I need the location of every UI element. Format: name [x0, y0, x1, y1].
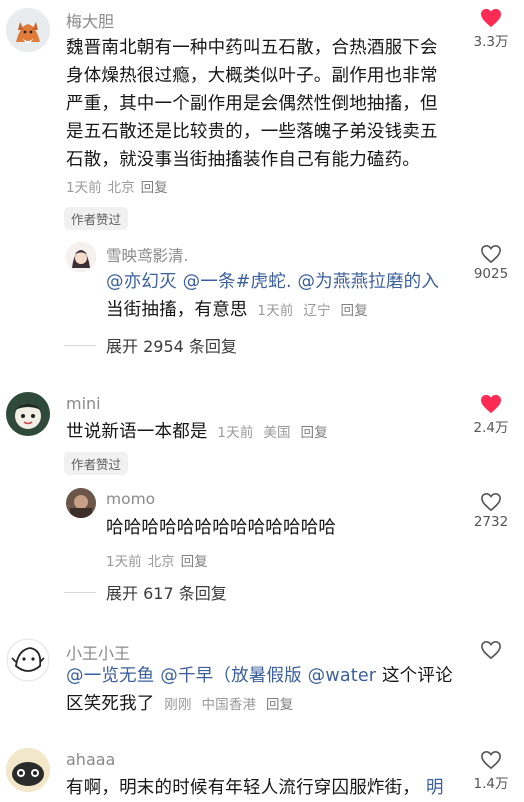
reply-username[interactable]: 雪映鸢影清.: [106, 244, 188, 266]
mention-link[interactable]: @亦幻灭: [106, 272, 177, 292]
like-count: 1.4万: [473, 776, 509, 792]
heart-filled-icon: [481, 394, 501, 414]
comment-item: 梅大胆 魏晋南北朝有一种中药叫五石散，合热酒服下会 身体燥热很过瘾，大概类似叶子…: [0, 0, 524, 380]
comment-username[interactable]: mini: [66, 394, 101, 413]
heart-outline-icon: [481, 244, 501, 264]
comment-username[interactable]: 小王小王: [66, 640, 130, 664]
comment-text-content: 世说新语一本都是: [66, 422, 208, 442]
comment-text-line: 区笑死我了 刚刚 中国香港 回复: [66, 690, 466, 719]
like-count: 9025: [473, 266, 509, 282]
reply-text-line: @亦幻灭 @一条#虎蛇. @为燕燕拉磨的入: [106, 268, 456, 296]
reply-button[interactable]: 回复: [341, 303, 368, 319]
reply-location: 辽宁: [303, 303, 331, 319]
comment-text-content: 区笑死我了: [66, 694, 155, 714]
heart-outline-icon: [481, 750, 501, 770]
comment-time: 1天前: [66, 180, 102, 196]
comment-text-line: @一览无鱼 @千早（放暑假版 @water 这个评论: [66, 662, 466, 690]
fox-avatar-icon: [6, 8, 50, 52]
mention-link[interactable]: @千早（放暑假版: [160, 666, 302, 686]
expand-replies-button[interactable]: 展开 2954 条回复: [64, 333, 237, 357]
comment-location: 北京: [107, 180, 135, 196]
mention-link[interactable]: @为燕燕拉磨的入: [297, 272, 439, 292]
expand-replies-label: 展开 617 条回复: [106, 584, 227, 603]
avatar[interactable]: [66, 242, 96, 272]
reply-time: 1天前: [257, 303, 294, 319]
reply-text: 哈哈哈哈哈哈哈哈哈哈哈哈哈: [106, 518, 337, 538]
reply-text-content: 当街抽搐，有意思: [106, 300, 248, 320]
heart-filled-icon: [481, 8, 501, 28]
divider: [64, 591, 96, 593]
like-count: 2.4万: [473, 420, 509, 436]
comment-text: 有啊，明末的时候有年轻人流行穿囚服炸街，: [66, 774, 456, 802]
like-button[interactable]: 9025: [467, 244, 515, 282]
avatar[interactable]: [6, 638, 50, 682]
reply-text-line: 当街抽搐，有意思 1天前 辽宁 回复: [106, 296, 456, 325]
reply-button[interactable]: 回复: [266, 697, 293, 713]
doodle-avatar-icon: [6, 638, 50, 682]
mention-link[interactable]: @一览无鱼: [66, 666, 155, 686]
like-button[interactable]: 2732: [467, 492, 515, 530]
comment-meta: 1天前 北京 回复: [66, 176, 174, 196]
like-button[interactable]: 2.4万: [467, 394, 515, 436]
avatar[interactable]: [6, 392, 50, 436]
comment-item: mini 世说新语一本都是 1天前 美国 回复 作者赞过 2.4万 momo 哈…: [0, 388, 524, 618]
reply-button[interactable]: 回复: [301, 425, 328, 441]
divider: [64, 344, 96, 346]
reply-username[interactable]: momo: [106, 490, 155, 508]
heart-outline-icon: [481, 640, 501, 660]
like-button[interactable]: [467, 640, 515, 660]
expand-replies-label: 展开 2954 条回复: [106, 337, 237, 356]
comment-text: 魏晋南北朝有一种中药叫五石散，合热酒服下会 身体燥热很过瘾，大概类似叶子。副作用…: [66, 34, 466, 174]
author-liked-badge: 作者赞过: [64, 207, 129, 230]
like-button[interactable]: 3.3万: [467, 8, 515, 50]
comment-username[interactable]: ahaaa: [66, 750, 115, 769]
comment-text: 世说新语一本都是 1天前 美国 回复: [66, 418, 466, 447]
avatar[interactable]: [6, 748, 50, 792]
anime-avatar-icon: [66, 242, 96, 272]
reply-meta: 1天前 北京 回复: [106, 550, 214, 570]
comment-time: 刚刚: [164, 697, 192, 713]
comment-text-line: 严重，其中一个副作用是会偶然性倒地抽搐，但: [66, 94, 438, 114]
reply-location: 北京: [147, 554, 175, 570]
like-count: 2732: [473, 514, 509, 530]
avatar[interactable]: [6, 8, 50, 52]
comment-location: 中国香港: [201, 697, 257, 713]
comment-text-line: 是五石散还是比较贵的，一些落魄子弟没钱卖五: [66, 122, 438, 142]
mention-link[interactable]: @一条#虎蛇.: [183, 272, 292, 292]
expand-replies-button[interactable]: 展开 617 条回复: [64, 580, 227, 604]
author-liked-badge: 作者赞过: [64, 452, 129, 475]
comment-location: 美国: [263, 425, 291, 441]
like-button[interactable]: 1.4万: [467, 750, 515, 792]
cartoon-avatar-icon: [6, 392, 50, 436]
reply-text: @亦幻灭 @一条#虎蛇. @为燕燕拉磨的入 当街抽搐，有意思 1天前 辽宁 回复: [106, 268, 456, 325]
mention-link[interactable]: @water: [308, 666, 377, 686]
comment-text-line: 魏晋南北朝有一种中药叫五石散，合热酒服下会: [66, 38, 438, 58]
comment-time: 1天前: [217, 425, 254, 441]
cartoon-avatar-icon: [6, 748, 50, 792]
comment-item: ahaaa 有啊，明末的时候有年轻人流行穿囚服炸街， 明 1.4万: [0, 744, 524, 800]
photo-avatar-icon: [66, 488, 96, 518]
reply-time: 1天前: [106, 554, 142, 570]
comment-item: 小王小王 @一览无鱼 @千早（放暑假版 @water 这个评论 区笑死我了 刚刚…: [0, 634, 524, 734]
comment-username[interactable]: 梅大胆: [66, 8, 114, 32]
comment-text-line: 身体燥热很过瘾，大概类似叶子。副作用也非常: [66, 66, 438, 86]
reply-button[interactable]: 回复: [141, 180, 168, 196]
comment-text-content: 这个评论: [381, 666, 453, 686]
heart-outline-icon: [481, 492, 501, 512]
comment-text-content: 有啊，明末的时候有年轻人流行穿囚服炸街，: [66, 778, 420, 798]
comment-text-line: 石散，就没事当街抽搐装作自己有能力磕药。: [66, 150, 420, 170]
reply-button[interactable]: 回复: [181, 554, 208, 570]
comment-text-more: 明: [426, 778, 444, 798]
like-count: 3.3万: [473, 34, 509, 50]
comment-text: @一览无鱼 @千早（放暑假版 @water 这个评论 区笑死我了 刚刚 中国香港…: [66, 662, 466, 719]
avatar[interactable]: [66, 488, 96, 518]
